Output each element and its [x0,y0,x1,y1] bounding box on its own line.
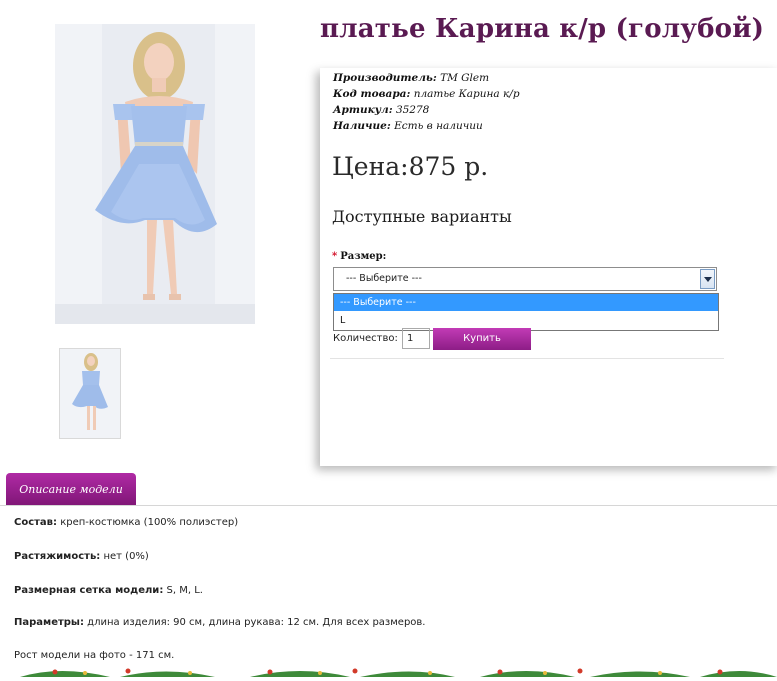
product-title: платье Карина к/р (голубой) [320,14,765,44]
description-model-height: Рост модели на фото - 171 см. [14,650,175,661]
composition-label: Состав: [14,517,58,528]
quantity-input[interactable]: 1 [402,328,430,349]
size-label: * Размер: [332,251,386,262]
params-label: Параметры: [14,617,84,628]
available-options-heading: Доступные варианты [332,207,512,226]
description-stretch: Растяжимость: нет (0%) [14,551,149,562]
required-asterisk: * [332,251,338,262]
size-select[interactable]: --- Выберите --- [333,267,717,291]
product-code-label: Код товара: [333,88,411,100]
description-sizes: Размерная сетка модели: S, M, L. [14,585,203,596]
tab-description[interactable]: Описание модели [6,473,136,506]
divider [330,358,724,359]
product-code-row: Код товара: платье Карина к/р [333,88,520,100]
article-row: Артикул: 35278 [333,104,429,116]
dress-photo-illustration [55,24,255,324]
garland-decoration [0,662,777,677]
description-composition: Состав: креп-костюмка (100% полиэстер) [14,517,238,528]
stretch-label: Растяжимость: [14,551,101,562]
product-thumbnail[interactable] [59,348,121,439]
composition-value: креп-костюмка (100% полиэстер) [60,517,239,528]
size-select-value: --- Выберите --- [346,273,422,284]
buy-button[interactable]: Купить [433,328,531,350]
article-value: 35278 [395,104,430,116]
stock-value: Есть в наличии [394,120,483,132]
product-code-value: платье Карина к/р [413,88,520,100]
size-dropdown-list: --- Выберите --- L [333,293,719,331]
article-label: Артикул: [333,104,393,116]
garland-icon [20,668,777,677]
quantity-label: Количество: [333,333,398,344]
description-params: Параметры: длина изделия: 90 см, длина р… [14,617,425,628]
product-main-image[interactable] [55,24,255,324]
manufacturer-label: Производитель: [333,72,437,84]
stock-label: Наличие: [333,120,391,132]
chevron-down-icon[interactable] [700,269,715,289]
tab-divider [0,505,777,506]
size-label-text: Размер: [340,251,387,262]
product-price: Цена:875 р. [332,152,489,181]
stretch-value: нет (0%) [103,551,149,562]
size-option-placeholder[interactable]: --- Выберите --- [334,294,718,311]
dress-thumbnail-illustration [60,349,120,438]
sizes-value: S, M, L. [166,585,203,596]
params-value: длина изделия: 90 см, длина рукава: 12 с… [87,617,426,628]
stock-row: Наличие: Есть в наличии [333,120,483,132]
product-info-panel: Производитель: TM Glem Код товара: плать… [320,68,777,466]
manufacturer-link[interactable]: TM Glem [440,72,489,84]
manufacturer-row: Производитель: TM Glem [333,72,489,84]
sizes-label: Размерная сетка модели: [14,585,164,596]
size-option-l[interactable]: L [334,312,718,329]
